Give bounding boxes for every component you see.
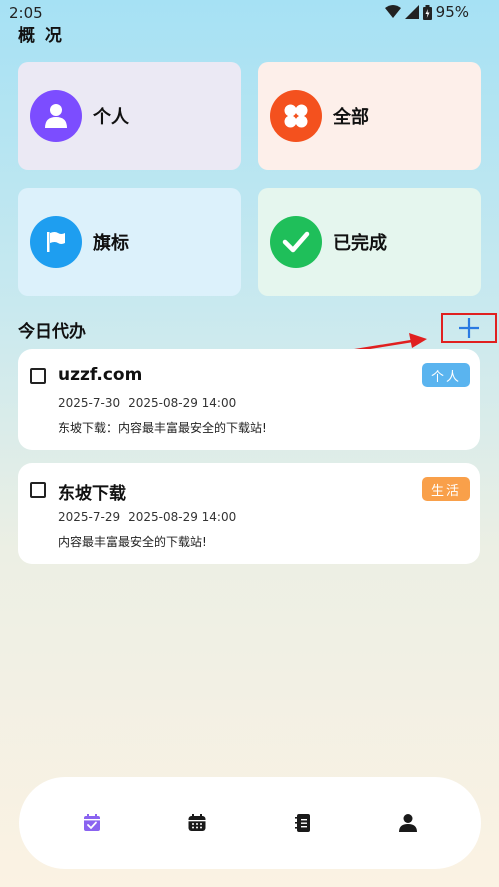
tile-label: 全部 (333, 107, 369, 128)
tile-flagged[interactable]: 旗标 (18, 188, 241, 296)
bottom-nav (19, 777, 481, 869)
status-bar: 2:05 95% (0, 0, 499, 26)
tile-label: 个人 (93, 107, 129, 128)
task-title: 东坡下载 (58, 484, 126, 504)
task-card[interactable]: 东坡下载 2025-7-29 2025-08-29 14:00 内容最丰富最安全的… (18, 463, 480, 564)
clover-icon (284, 104, 308, 128)
task-dates: 2025-7-29 2025-08-29 14:00 (58, 510, 236, 524)
task-due-date: 2025-08-29 14:00 (128, 510, 237, 524)
task-description: 东坡下载：内容最丰富最安全的下载站! (58, 421, 267, 435)
task-description: 内容最丰富最安全的下载站! (58, 535, 207, 549)
page-title: 概 况 (18, 26, 64, 46)
notebook-icon (294, 814, 310, 832)
task-title: uzzf.com (58, 365, 143, 385)
tile-personal[interactable]: 个人 (18, 62, 241, 170)
person-icon (399, 814, 418, 832)
calendar-icon (188, 814, 206, 831)
tile-label: 旗标 (93, 233, 129, 254)
personal-icon-circle (30, 90, 82, 142)
calendar-check-icon (83, 814, 100, 831)
task-card[interactable]: uzzf.com 2025-7-30 2025-08-29 14:00 东坡下载：… (18, 349, 480, 450)
task-checkbox[interactable] (30, 368, 46, 384)
completed-icon-circle (270, 216, 322, 268)
battery-level: 95% (435, 3, 469, 21)
task-tag: 个人 (422, 363, 470, 387)
task-checkbox[interactable] (30, 482, 46, 498)
task-start-date: 2025-7-30 (58, 396, 121, 410)
wifi-icon (384, 5, 401, 18)
today-tasks-title: 今日代办 (18, 322, 86, 342)
task-dates: 2025-7-30 2025-08-29 14:00 (58, 396, 236, 410)
add-task-button[interactable] (441, 313, 497, 343)
all-icon-circle (270, 90, 322, 142)
person-icon (45, 104, 67, 128)
task-tag: 生活 (422, 477, 470, 501)
tile-all[interactable]: 全部 (258, 62, 481, 170)
task-start-date: 2025-7-29 (58, 510, 121, 524)
flag-icon-circle (30, 216, 82, 268)
tile-label: 已完成 (333, 233, 387, 254)
nav-profile[interactable] (393, 808, 423, 838)
battery-icon (422, 4, 432, 20)
nav-calendar[interactable] (182, 808, 212, 838)
nav-overview[interactable] (77, 808, 107, 838)
plus-icon (459, 318, 479, 338)
checkmark-icon (282, 231, 310, 253)
tile-completed[interactable]: 已完成 (258, 188, 481, 296)
status-time: 2:05 (9, 4, 43, 22)
flag-icon (47, 232, 65, 252)
task-due-date: 2025-08-29 14:00 (128, 396, 237, 410)
status-icons: 95% (384, 3, 469, 21)
nav-notes[interactable] (288, 808, 318, 838)
signal-icon (404, 5, 419, 19)
